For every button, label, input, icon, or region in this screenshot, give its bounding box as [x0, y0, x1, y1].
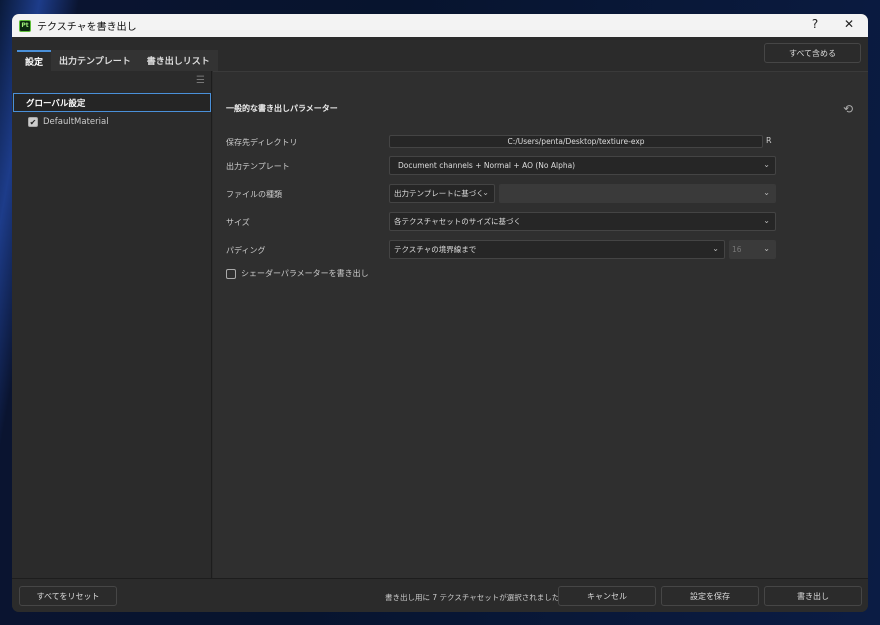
- select-value: テクスチャの境界線まで: [394, 245, 477, 254]
- dir-label: 保存先ディレクトリ: [226, 138, 298, 147]
- sidebar-item-defaultmaterial[interactable]: ✔ DefaultMaterial: [28, 117, 109, 127]
- checkbox-label: シェーダーパラメーターを書き出し: [241, 269, 369, 278]
- output-template-select[interactable]: Document channels + Normal + AO (No Alph…: [389, 156, 776, 175]
- status-text: 書き出し用に 7 テクスチャセットが選択されました: [385, 593, 560, 602]
- section-title: 一般的な書き出しパラメーター: [226, 104, 338, 113]
- size-select[interactable]: 各テクスチャセットのサイズに基づく ⌄: [389, 212, 776, 231]
- select-value: 各テクスチャセットのサイズに基づく: [394, 217, 521, 226]
- sidebar-item-global-settings[interactable]: グローバル設定: [13, 93, 211, 112]
- tab-bar: 設定 出力テンプレート 書き出しリスト: [17, 50, 218, 71]
- chevron-down-icon: ⌄: [763, 188, 770, 197]
- padding-size-select[interactable]: 16 ⌄: [729, 240, 776, 259]
- output-directory-input[interactable]: C:/Users/penta/Desktop/textiure-exp: [389, 135, 763, 148]
- chevron-down-icon: ⌄: [482, 188, 489, 197]
- cancel-button[interactable]: キャンセル: [558, 586, 656, 606]
- painter-app-icon: Pt: [19, 19, 31, 32]
- select-value: Document channels + Normal + AO (No Alph…: [398, 161, 576, 170]
- list-options-icon[interactable]: ☰: [196, 75, 205, 86]
- checkbox-checked-icon[interactable]: ✔: [28, 117, 38, 127]
- close-button[interactable]: ✕: [839, 17, 859, 31]
- include-all-button[interactable]: すべて含める: [764, 43, 861, 63]
- reset-all-button[interactable]: すべてをリセット: [19, 586, 117, 606]
- tab-export-list[interactable]: 書き出しリスト: [138, 50, 218, 71]
- export-button[interactable]: 書き出し: [764, 586, 862, 606]
- tab-output-templates[interactable]: 出力テンプレート: [51, 50, 139, 71]
- directory-suffix[interactable]: R: [766, 136, 772, 145]
- save-settings-button[interactable]: 設定を保存: [661, 586, 759, 606]
- footer: すべてをリセット 書き出し用に 7 テクスチャセットが選択されました キャンセル…: [12, 578, 868, 612]
- chevron-down-icon: ⌄: [763, 216, 770, 225]
- padding-select[interactable]: テクスチャの境界線まで ⌄: [389, 240, 725, 259]
- settings-panel: 一般的な書き出しパラメーター ⟲ 保存先ディレクトリ C:/Users/pent…: [213, 71, 868, 578]
- chevron-down-icon: ⌄: [763, 160, 770, 169]
- padding-label: パディング: [226, 246, 266, 255]
- select-value: 出力テンプレートに基づく: [394, 189, 484, 198]
- file-format-select[interactable]: ⌄: [499, 184, 776, 203]
- checkbox-unchecked-icon[interactable]: [226, 268, 236, 279]
- title-bar: Pt テクスチャを書き出し ? ✕: [12, 14, 868, 37]
- export-textures-dialog: Pt テクスチャを書き出し ? ✕ 設定 出力テンプレート 書き出しリスト すべ…: [12, 14, 868, 612]
- window-title: テクスチャを書き出し: [37, 22, 137, 33]
- chevron-down-icon: ⌄: [763, 244, 770, 253]
- select-value: 16: [732, 245, 742, 254]
- sidebar-item-label: DefaultMaterial: [43, 117, 109, 127]
- size-label: サイズ: [226, 218, 250, 227]
- file-type-select[interactable]: 出力テンプレートに基づく ⌄: [389, 184, 495, 203]
- reset-history-icon[interactable]: ⟲: [843, 102, 853, 116]
- texture-set-sidebar: ☰ グローバル設定 ✔ DefaultMaterial: [12, 71, 212, 578]
- chevron-down-icon: ⌄: [712, 244, 719, 253]
- tab-settings[interactable]: 設定: [17, 50, 52, 71]
- template-label: 出力テンプレート: [226, 162, 290, 171]
- export-shader-params-checkbox[interactable]: シェーダーパラメーターを書き出し: [226, 268, 369, 279]
- filetype-label: ファイルの種類: [226, 190, 282, 199]
- help-button[interactable]: ?: [805, 17, 825, 31]
